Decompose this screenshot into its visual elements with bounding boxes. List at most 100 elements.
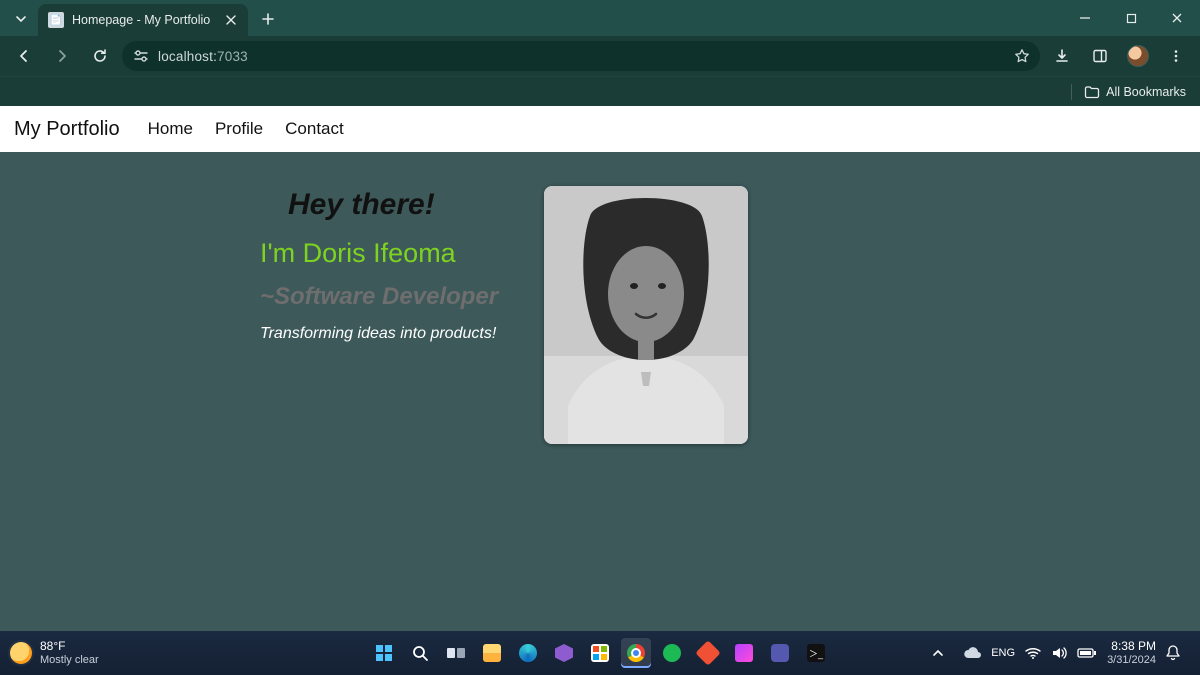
nav-back-button[interactable]: [8, 40, 40, 72]
tray-language-icon[interactable]: ENG: [991, 647, 1015, 659]
site-info-button[interactable]: [132, 47, 150, 65]
nav-forward-button[interactable]: [46, 40, 78, 72]
taskbar-app-teams[interactable]: [765, 638, 795, 668]
wifi-icon: [1025, 647, 1041, 659]
close-icon: [226, 15, 236, 25]
site-navbar: My Portfolio Home Profile Contact: [0, 106, 1200, 152]
browser-chrome: 📄 Homepage - My Portfolio localhost:7033: [0, 0, 1200, 106]
tray-battery-icon[interactable]: [1077, 647, 1097, 659]
tab-title: Homepage - My Portfolio: [72, 13, 214, 27]
git-icon: [695, 640, 720, 665]
window-maximize-button[interactable]: [1108, 0, 1154, 36]
hero-role: ~Software Developer: [260, 283, 498, 311]
system-tray: ENG 8:38 PM 3/31/2024: [923, 638, 1200, 668]
task-view-icon: [446, 645, 466, 661]
side-panel-button[interactable]: [1084, 40, 1116, 72]
bookmark-star-button[interactable]: [1014, 48, 1030, 64]
windows-logo-icon: [374, 643, 394, 663]
portrait-image-icon: [544, 186, 748, 444]
maximize-icon: [1126, 13, 1137, 24]
nav-link-home[interactable]: Home: [148, 119, 193, 139]
chrome-icon: [627, 644, 645, 662]
taskbar-app-edge[interactable]: [513, 638, 543, 668]
page-favicon-icon: 📄: [48, 12, 64, 28]
kebab-icon: [1169, 49, 1183, 63]
arrow-right-icon: [54, 48, 70, 64]
taskbar-app-chrome[interactable]: [621, 638, 651, 668]
hero-photo: [544, 186, 748, 444]
nav-link-profile[interactable]: Profile: [215, 119, 263, 139]
tab-close-button[interactable]: [222, 11, 240, 29]
tray-wifi-icon[interactable]: [1025, 647, 1041, 659]
tab-strip: 📄 Homepage - My Portfolio: [0, 0, 1200, 36]
nav-link-contact[interactable]: Contact: [285, 119, 344, 139]
hero-tagline: Transforming ideas into products!: [260, 325, 498, 343]
search-icon: [411, 644, 429, 662]
tray-notifications-button[interactable]: [1166, 645, 1180, 661]
windows-taskbar: 88°F Mostly clear ＞_ ENG 8:38 PM: [0, 631, 1200, 675]
tray-volume-icon[interactable]: [1051, 646, 1067, 660]
weather-text: 88°F Mostly clear: [40, 640, 99, 665]
taskbar-app-visualstudio[interactable]: [549, 638, 579, 668]
cloud-icon: [963, 647, 981, 659]
hero-text: Hey there! I'm Doris Ifeoma ~Software De…: [260, 186, 498, 444]
nav-reload-button[interactable]: [84, 40, 116, 72]
hero-greeting: Hey there!: [288, 188, 498, 222]
chevron-up-icon: [932, 647, 944, 659]
plus-icon: [262, 13, 274, 25]
start-button[interactable]: [369, 638, 399, 668]
tray-clock[interactable]: 8:38 PM 3/31/2024: [1107, 640, 1156, 666]
taskbar-app-store[interactable]: [585, 638, 615, 668]
site-brand: My Portfolio: [14, 118, 120, 141]
hero-name: I'm Doris Ifeoma: [260, 238, 498, 269]
panel-icon: [1092, 48, 1108, 64]
bell-icon: [1166, 645, 1180, 661]
teams-icon: [771, 644, 789, 662]
tray-time: 8:38 PM: [1107, 640, 1156, 654]
star-icon: [1014, 48, 1030, 64]
reload-icon: [92, 48, 108, 64]
minimize-icon: [1079, 12, 1091, 24]
window-controls: [1062, 0, 1200, 36]
weather-icon: [10, 642, 32, 664]
taskbar-app-git[interactable]: [693, 638, 723, 668]
tray-date: 3/31/2024: [1107, 654, 1156, 667]
profile-avatar-button[interactable]: [1122, 40, 1154, 72]
taskbar-app-terminal[interactable]: ＞_: [801, 638, 831, 668]
arrow-left-icon: [16, 48, 32, 64]
taskbar-app-generic-1[interactable]: [729, 638, 759, 668]
tray-onedrive-icon[interactable]: [963, 647, 981, 659]
new-tab-button[interactable]: [254, 5, 282, 33]
visual-studio-icon: [555, 644, 573, 662]
window-close-button[interactable]: [1154, 0, 1200, 36]
downloads-button[interactable]: [1046, 40, 1078, 72]
taskbar-center: ＞_: [369, 638, 831, 668]
taskbar-search-button[interactable]: [405, 638, 435, 668]
speaker-icon: [1051, 646, 1067, 660]
browser-toolbar: localhost:7033: [0, 36, 1200, 76]
all-bookmarks-button[interactable]: All Bookmarks: [1084, 85, 1186, 99]
weather-temp: 88°F: [40, 640, 99, 653]
hero-section: Hey there! I'm Doris Ifeoma ~Software De…: [0, 152, 1200, 444]
tab-search-dropdown[interactable]: [8, 6, 34, 32]
taskbar-app-spotify[interactable]: [657, 638, 687, 668]
task-view-button[interactable]: [441, 638, 471, 668]
tune-icon: [133, 49, 149, 63]
browser-menu-button[interactable]: [1160, 40, 1192, 72]
taskbar-weather-widget[interactable]: 88°F Mostly clear: [0, 640, 99, 665]
download-icon: [1054, 48, 1070, 64]
bookmarks-bar: All Bookmarks: [0, 76, 1200, 106]
edge-icon: [519, 644, 537, 662]
chevron-down-icon: [15, 13, 27, 25]
taskbar-app-explorer[interactable]: [477, 638, 507, 668]
divider: [1071, 84, 1072, 100]
address-bar[interactable]: localhost:7033: [122, 41, 1040, 71]
window-minimize-button[interactable]: [1062, 0, 1108, 36]
weather-condition: Mostly clear: [40, 654, 99, 666]
app-icon: [735, 644, 753, 662]
terminal-icon: ＞_: [807, 644, 825, 662]
browser-tab[interactable]: 📄 Homepage - My Portfolio: [38, 4, 248, 36]
file-explorer-icon: [483, 644, 501, 662]
tray-overflow-button[interactable]: [923, 638, 953, 668]
url-host: localhost:: [158, 49, 217, 64]
